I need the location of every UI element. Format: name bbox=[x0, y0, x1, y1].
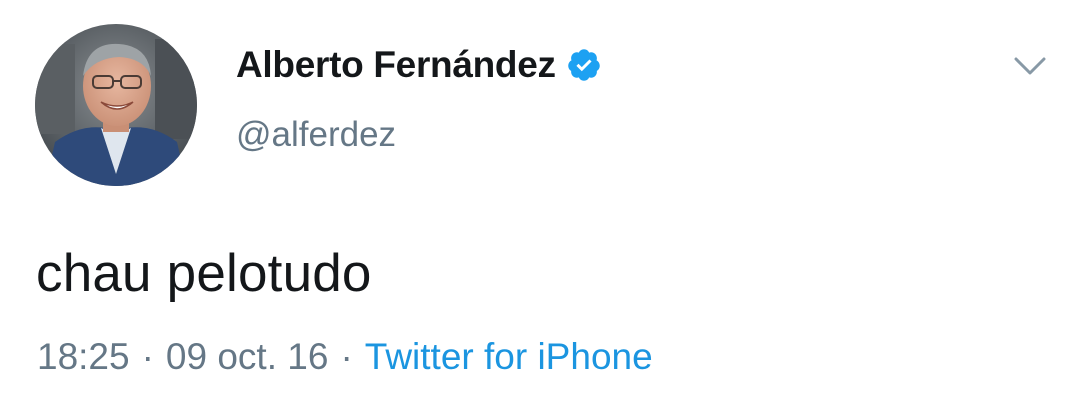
avatar[interactable] bbox=[35, 24, 197, 186]
display-name[interactable]: Alberto Fernández bbox=[236, 44, 556, 86]
chevron-down-icon bbox=[1014, 57, 1046, 75]
user-handle[interactable]: @alferdez bbox=[236, 115, 602, 155]
tweet-menu-button[interactable] bbox=[1012, 52, 1048, 80]
tweet-date[interactable]: 09 oct. 16 bbox=[166, 336, 329, 378]
tweet-card: Alberto Fernández @alferdez chau pelotud… bbox=[0, 0, 1080, 418]
tweet-time[interactable]: 18:25 bbox=[37, 336, 130, 378]
tweet-source-link[interactable]: Twitter for iPhone bbox=[365, 336, 653, 378]
avatar-image bbox=[35, 24, 197, 186]
tweet-text: chau pelotudo bbox=[36, 244, 372, 303]
meta-separator: · bbox=[141, 336, 154, 377]
user-name-row[interactable]: Alberto Fernández bbox=[236, 44, 602, 86]
tweet-meta: 18:25 · 09 oct. 16 · Twitter for iPhone bbox=[37, 336, 653, 378]
verified-badge-icon bbox=[566, 47, 602, 83]
meta-separator: · bbox=[340, 336, 353, 377]
tweet-header: Alberto Fernández @alferdez bbox=[236, 44, 602, 155]
